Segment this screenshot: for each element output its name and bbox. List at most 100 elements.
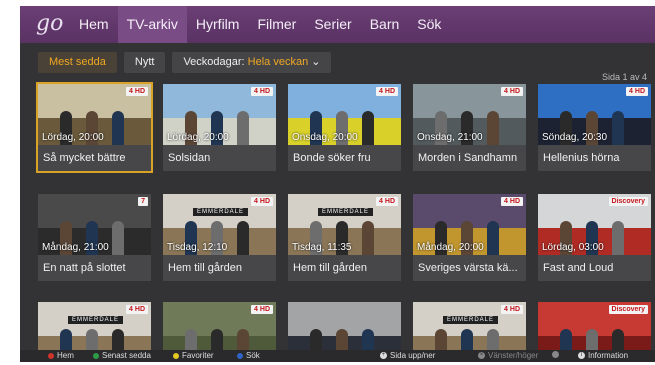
- program-thumbnail: EMMERDALE 4 HD Tisdag, 12:10: [163, 194, 276, 255]
- program-thumbnail: 4 HD Söndag, 20:30: [538, 84, 651, 145]
- weekdays-value: Hela veckan: [247, 56, 309, 68]
- program-title: Sveriges värsta kä...: [418, 262, 518, 274]
- nav-tv-archive[interactable]: TV-arkiv: [117, 6, 187, 43]
- channel-logo: 4 HD: [501, 197, 523, 206]
- green-dot-icon: [93, 352, 99, 359]
- air-time: Lördag, 20:00: [42, 132, 104, 143]
- yellow-dot-icon: [173, 352, 179, 359]
- emmerdale-logo: EMMERDALE: [443, 316, 499, 324]
- weekdays-dropdown[interactable]: Veckodagar: Hela veckan ⌄: [172, 52, 332, 73]
- nav-search[interactable]: Sök: [408, 6, 450, 43]
- program-caption: Hem till gården: [163, 255, 276, 281]
- program-thumbnail: EMMERDALE 4 HD Tisdag, 11:35: [288, 194, 401, 255]
- blue-dot-icon: [237, 352, 243, 359]
- air-time: Onsdag, 20:00: [292, 132, 358, 143]
- program-tile[interactable]: 4 HD Lördag, 20:00 Solsidan: [163, 84, 276, 171]
- nav-series[interactable]: Serier: [305, 6, 360, 43]
- footer-home[interactable]: Hem: [48, 351, 74, 360]
- nav-films[interactable]: Filmer: [248, 6, 305, 43]
- program-tile[interactable]: 4 HD Lördag, 20:00 Så mycket bättre: [38, 84, 151, 171]
- program-title: Hellenius hörna: [543, 152, 620, 164]
- weekdays-label: Veckodagar:: [183, 56, 245, 68]
- program-caption: Bonde söker fru: [288, 145, 401, 171]
- program-thumbnail: 4 HD Lördag, 20:00: [38, 84, 151, 145]
- program-tile[interactable]: 4 HD Söndag, 20:30 Hellenius hörna: [538, 84, 651, 171]
- bottom-bar: Hem Senast sedda Favoriter Sök + Sida upp…: [20, 350, 655, 362]
- program-tile[interactable]: 7 Måndag, 21:00 En natt på slottet: [38, 194, 151, 281]
- footer-page-nav[interactable]: + Sida upp/ner: [380, 351, 435, 360]
- air-time: Onsdag, 21:00: [417, 132, 483, 143]
- air-time: Tisdag, 11:35: [292, 242, 352, 253]
- program-title: Så mycket bättre: [43, 152, 126, 164]
- thumbnail-figure: [112, 221, 124, 255]
- program-thumbnail: 4 HD Måndag, 20:00: [413, 194, 526, 255]
- air-time: Måndag, 21:00: [42, 242, 109, 253]
- tv-screen: go Hem TV-arkiv Hyrfilm Filmer Serier Ba…: [20, 6, 655, 362]
- program-title: En natt på slottet: [43, 262, 126, 274]
- program-thumbnail: 4 HD Lördag, 20:00: [163, 84, 276, 145]
- footer-lr-dot: [552, 351, 559, 358]
- filter-bar: Mest sedda Nytt Veckodagar: Hela veckan …: [38, 52, 332, 73]
- emmerdale-logo: EMMERDALE: [318, 208, 374, 216]
- program-caption: Hem till gården: [288, 255, 401, 281]
- program-tile[interactable]: Discovery Lördag, 03:00 Fast and Loud: [538, 194, 651, 281]
- chevron-down-icon: ⌄: [311, 56, 321, 68]
- most-watched-button[interactable]: Mest sedda: [38, 52, 117, 73]
- emmerdale-logo: EMMERDALE: [193, 208, 249, 216]
- program-tile[interactable]: EMMERDALE 4 HD Tisdag, 12:10 Hem till gårde…: [163, 194, 276, 281]
- program-caption: En natt på slottet: [38, 255, 151, 281]
- page-indicator: Sida 1 av 4: [601, 72, 647, 82]
- thumbnail-figure: [237, 221, 249, 255]
- program-thumbnail: 4 HD Onsdag, 21:00: [413, 84, 526, 145]
- air-time: Måndag, 20:00: [417, 242, 484, 253]
- program-caption: Fast and Loud: [538, 255, 651, 281]
- nav-rent-film[interactable]: Hyrfilm: [187, 6, 249, 43]
- program-thumbnail: 4 HD Onsdag, 20:00: [288, 84, 401, 145]
- red-dot-icon: [48, 352, 54, 359]
- thumbnail-figure: [362, 221, 374, 255]
- channel-logo: 4 HD: [251, 197, 273, 206]
- channel-logo: Discovery: [608, 197, 648, 206]
- channel-logo: 4 HD: [126, 87, 148, 96]
- channel-logo: 4 HD: [501, 87, 523, 96]
- program-thumbnail: 7 Måndag, 21:00: [38, 194, 151, 255]
- channel-logo: 4 HD: [626, 87, 648, 96]
- program-tile[interactable]: 4 HD Onsdag, 20:00 Bonde söker fru: [288, 84, 401, 171]
- program-title: Solsidan: [168, 152, 211, 164]
- new-button[interactable]: Nytt: [123, 52, 166, 73]
- footer-info[interactable]: i Information: [578, 351, 628, 360]
- footer-left-right[interactable]: × Vänster/höger: [478, 351, 538, 360]
- footer-search[interactable]: Sök: [237, 351, 260, 360]
- thumbnail-figure: [112, 111, 124, 145]
- nav-kids[interactable]: Barn: [361, 6, 409, 43]
- program-caption: Morden i Sandhamn: [413, 145, 526, 171]
- dot-icon: [552, 351, 559, 358]
- program-tile[interactable]: EMMERDALE 4 HD Tisdag, 11:35 Hem till gårde…: [288, 194, 401, 281]
- channel-logo: 4 HD: [251, 305, 273, 314]
- footer-favorites[interactable]: Favoriter: [173, 351, 214, 360]
- info-icon: i: [578, 352, 585, 359]
- go-logo: go: [36, 11, 64, 36]
- program-title: Hem till gården: [168, 262, 242, 274]
- thumbnail-figure: [612, 111, 624, 145]
- air-time: Lördag, 03:00: [542, 242, 604, 253]
- page-up-down-icon: +: [380, 352, 387, 359]
- program-tile[interactable]: 4 HD Måndag, 20:00 Sveriges värsta kä...: [413, 194, 526, 281]
- channel-logo: 4 HD: [251, 87, 273, 96]
- left-right-icon: ×: [478, 352, 485, 359]
- program-tile[interactable]: 4 HD Onsdag, 21:00 Morden i Sandhamn: [413, 84, 526, 171]
- program-caption: Solsidan: [163, 145, 276, 171]
- program-title: Bonde söker fru: [293, 152, 371, 164]
- program-thumbnail: Discovery Lördag, 03:00: [538, 194, 651, 255]
- air-time: Lördag, 20:00: [167, 132, 229, 143]
- program-caption: Hellenius hörna: [538, 145, 651, 171]
- nav-home[interactable]: Hem: [70, 6, 118, 43]
- channel-logo: 7: [138, 197, 148, 206]
- footer-recent[interactable]: Senast sedda: [93, 351, 151, 360]
- thumbnail-figure: [487, 221, 499, 255]
- thumbnail-figure: [487, 111, 499, 145]
- main-nav: Hem TV-arkiv Hyrfilm Filmer Serier Barn …: [70, 6, 450, 43]
- channel-logo: 4 HD: [376, 197, 398, 206]
- program-title: Hem till gården: [293, 262, 367, 274]
- program-caption: Så mycket bättre: [38, 145, 151, 171]
